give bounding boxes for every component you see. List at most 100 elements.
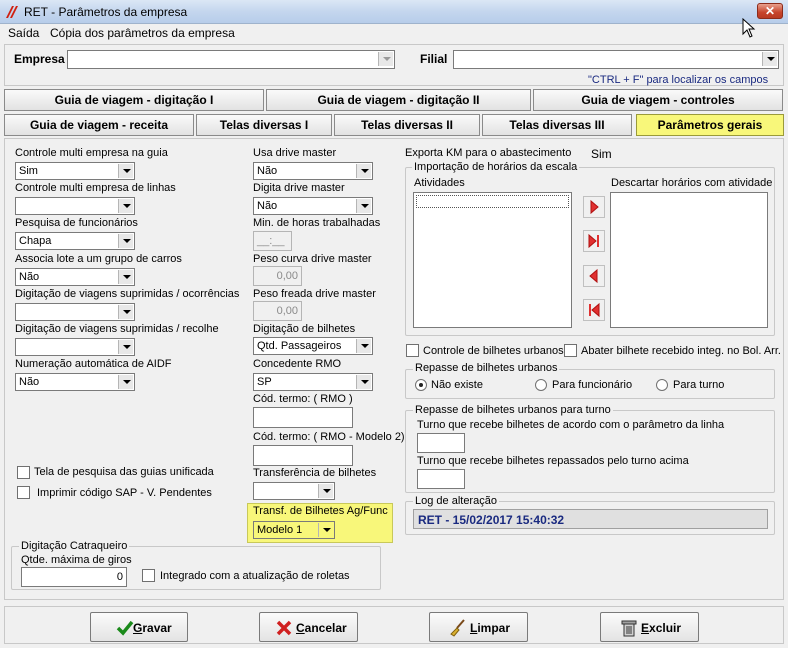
concedente-label: Concedente RMO <box>253 358 342 370</box>
transf-bilhetes-select[interactable] <box>253 482 335 500</box>
move-right-button[interactable] <box>583 196 605 218</box>
tab-digitacao-2[interactable]: Guia de viagem - digitação II <box>266 89 531 111</box>
cod-termo2-input[interactable] <box>253 445 353 466</box>
peso-curva-label: Peso curva drive master <box>253 253 372 265</box>
mouse-cursor-icon <box>742 18 756 38</box>
tab-controles[interactable]: Guia de viagem - controles <box>533 89 783 111</box>
pesquisa-func-select[interactable]: Chapa <box>15 232 135 250</box>
move-left-button[interactable] <box>583 265 605 287</box>
dig-ocorrencias-select[interactable] <box>15 303 135 321</box>
cod-termo-label: Cód. termo: ( RMO ) <box>253 393 353 405</box>
trash-icon <box>621 620 637 637</box>
qtde-giros-label: Qtde. máxima de giros <box>21 554 132 566</box>
turno-recebe-label: Turno que recebe bilhetes de acordo com … <box>417 419 725 431</box>
min-horas-label: Min. de horas trabalhadas <box>253 217 381 229</box>
arrow-right-end-icon <box>588 233 599 249</box>
chevron-down-icon <box>378 52 393 66</box>
dig-bilhetes-select[interactable]: Qtd. Passageiros <box>253 337 373 355</box>
app-logo-icon <box>6 6 18 18</box>
numeracao-aidf-label: Numeração automática de AIDF <box>15 358 172 370</box>
repasse-funcionario-radio[interactable] <box>535 379 547 391</box>
repasse-nao-existe-radio[interactable] <box>415 379 427 391</box>
concedente-select[interactable]: SP <box>253 373 373 391</box>
abater-bilhete-label: Abater bilhete recebido integ. no Bol. A… <box>581 345 781 357</box>
gravar-button[interactable]: Gravar <box>90 612 188 642</box>
list-item[interactable] <box>416 195 569 208</box>
cod-termo-input[interactable] <box>253 407 353 428</box>
repasse-turno-title: Repasse de bilhetes urbanos para turno <box>413 404 613 416</box>
repasse-turno-radio[interactable] <box>656 379 668 391</box>
tab-parametros-gerais[interactable]: Parâmetros gerais <box>636 114 784 136</box>
associa-lote-label: Associa lote a um grupo de carros <box>15 253 182 265</box>
dig-bilhetes-label: Digitação de bilhetes <box>253 323 356 335</box>
menu-item-copia[interactable]: Cópia dos parâmetros da empresa <box>50 26 235 40</box>
dig-recolhe-select[interactable] <box>15 338 135 356</box>
log-field: RET - 15/02/2017 15:40:32 <box>413 509 768 529</box>
repasse-funcionario-label: Para funcionário <box>552 379 633 391</box>
tab-receita[interactable]: Guia de viagem - receita <box>4 114 194 136</box>
exporta-km-label: Exporta KM para o abastecimento <box>405 147 572 159</box>
chevron-down-icon <box>118 270 133 284</box>
chevron-down-icon <box>356 375 371 389</box>
filial-label: Filial <box>420 52 448 66</box>
move-all-right-button[interactable] <box>583 230 605 252</box>
atividades-list[interactable] <box>413 192 572 328</box>
tela-pesquisa-label: Tela de pesquisa das guias unificada <box>34 466 214 478</box>
qtde-giros-input[interactable]: 0 <box>21 567 127 587</box>
cod-termo2-label: Cód. termo: ( RMO - Modelo 2) <box>253 431 405 443</box>
tab-telas-1[interactable]: Telas diversas I <box>196 114 332 136</box>
log-value: RET - 15/02/2017 15:40:32 <box>418 513 565 527</box>
integrado-roletas-checkbox[interactable] <box>142 569 155 582</box>
chevron-down-icon <box>356 199 371 213</box>
controle-guia-select[interactable]: Sim <box>15 162 135 180</box>
transf-ag-label: Transf. de Bilhetes Ag/Func <box>253 505 388 517</box>
catraqueiro-title: Digitação Catraqueiro <box>19 540 130 552</box>
tab-digitacao-1[interactable]: Guia de viagem - digitação I <box>4 89 264 111</box>
abater-bilhete-checkbox[interactable] <box>564 344 577 357</box>
filial-select[interactable] <box>453 50 779 69</box>
dig-ocorrencias-label: Digitação de viagens suprimidas / ocorrê… <box>15 288 240 300</box>
turno-recebe-input[interactable] <box>417 433 465 453</box>
peso-curva-input[interactable]: 0,00 <box>253 266 302 286</box>
digita-drive-select[interactable]: Não <box>253 197 373 215</box>
repasse-turno-label: Para turno <box>673 379 725 391</box>
usa-drive-select[interactable]: Não <box>253 162 373 180</box>
controle-linhas-select[interactable] <box>15 197 135 215</box>
cancelar-button[interactable]: Cancelar <box>259 612 358 642</box>
tab-telas-2[interactable]: Telas diversas II <box>334 114 480 136</box>
imprimir-sap-checkbox[interactable] <box>17 486 30 499</box>
move-all-left-button[interactable] <box>583 299 605 321</box>
chevron-down-icon <box>356 164 371 178</box>
limpar-button[interactable]: Limpar <box>429 612 528 642</box>
title-bar: RET - Parâmetros da empresa ✕ <box>0 0 788 24</box>
tab-telas-3[interactable]: Telas diversas III <box>482 114 632 136</box>
controle-bilhetes-checkbox[interactable] <box>406 344 419 357</box>
log-title: Log de alteração <box>413 495 499 507</box>
turno-repassados-input[interactable] <box>417 469 465 489</box>
excluir-button[interactable]: Excluir <box>600 612 699 642</box>
associa-lote-select[interactable]: Não <box>15 268 135 286</box>
menu-bar: Saída Cópia dos parâmetros da empresa <box>0 18 788 42</box>
importacao-title: Importação de horários da escala <box>412 161 580 173</box>
empresa-select[interactable] <box>67 50 395 69</box>
exporta-km-value: Sim <box>591 147 612 161</box>
empresa-label: Empresa <box>14 52 65 66</box>
min-horas-input[interactable]: __:__ <box>253 231 292 251</box>
check-icon <box>116 620 134 636</box>
close-button[interactable]: ✕ <box>757 3 783 19</box>
broom-icon <box>450 619 465 637</box>
peso-freada-input[interactable]: 0,00 <box>253 301 302 321</box>
descartar-list[interactable] <box>610 192 768 328</box>
chevron-down-icon <box>762 52 777 66</box>
digita-drive-label: Digita drive master <box>253 182 345 194</box>
window-title: RET - Parâmetros da empresa <box>24 5 188 19</box>
imprimir-sap-label: Imprimir código SAP - V. Pendentes <box>37 487 212 499</box>
numeracao-aidf-select[interactable]: Não <box>15 373 135 391</box>
transf-ag-select[interactable]: Modelo 1 <box>253 521 335 539</box>
menu-item-saida[interactable]: Saída <box>8 26 39 40</box>
chevron-down-icon <box>118 375 133 389</box>
dig-recolhe-label: Digitação de viagens suprimidas / recolh… <box>15 323 219 335</box>
tela-pesquisa-checkbox[interactable] <box>17 466 30 479</box>
close-icon: ✕ <box>764 4 776 18</box>
chevron-down-icon <box>118 305 133 319</box>
